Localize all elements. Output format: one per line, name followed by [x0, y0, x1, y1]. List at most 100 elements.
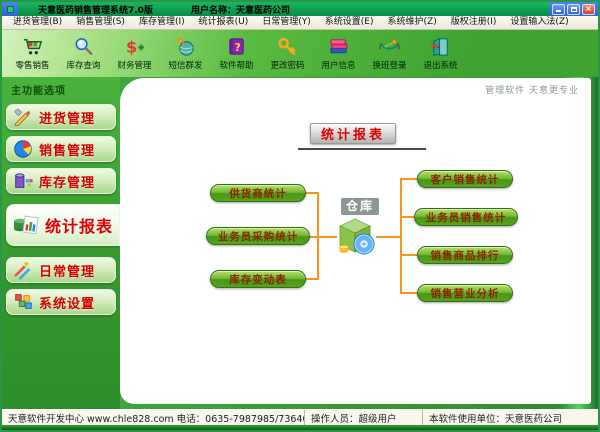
close-button[interactable]: × [582, 3, 595, 15]
toolbar-label: 财务管理 [117, 61, 152, 71]
toolbar-label: 短信群发 [168, 61, 203, 71]
svg-text:?: ? [235, 41, 241, 53]
toolbar-finance[interactable]: $ 财务管理 [109, 32, 160, 77]
toolbar-label: 零售销售 [15, 61, 50, 71]
sidebar-item-label: 日常管理 [39, 264, 96, 280]
warehouse-icon [332, 215, 378, 261]
menu-sales[interactable]: 销售管理(S) [69, 16, 132, 29]
connector-line [400, 292, 417, 294]
sidebar-item-sales[interactable]: 销售管理 [6, 136, 116, 162]
sidebar-header: 主功能选项 [11, 86, 66, 97]
sidebar-item-purchase[interactable]: 进货管理 [6, 104, 116, 130]
maximize-icon [570, 6, 577, 12]
app-icon-glyph [6, 5, 14, 13]
tagline: 管理软件 天意更专业 [485, 86, 579, 96]
titlebar: 天意医药销售管理系统7.0版 用户名称：天意医药公司 × [2, 2, 598, 16]
connector-line [376, 236, 400, 238]
toolbar-label: 软件帮助 [219, 61, 254, 71]
menu-maintenance[interactable]: 系统维护(Z) [381, 16, 444, 29]
window-title: 天意医药销售管理系统7.0版 [38, 5, 153, 16]
page-title: 统计报表 [310, 123, 396, 144]
cylinder-icon [12, 170, 34, 192]
sidebar-item-label: 销售管理 [39, 143, 96, 159]
toolbar-exit-system[interactable]: 退出系统 [415, 32, 466, 77]
connector-line [400, 178, 402, 294]
satellite-icon [174, 34, 197, 58]
help-book-icon: ? [225, 34, 248, 58]
key-icon [276, 34, 299, 58]
node-supplier-stats[interactable]: 供货商统计 [210, 184, 306, 202]
magnifier-icon [72, 34, 95, 58]
statusbar: 天意软件开发中心 www.chle828.com 电话：0635-7987985… [2, 409, 598, 425]
page-title-text: 统计报表 [320, 128, 385, 143]
books-icon [327, 34, 350, 58]
svg-text:$: $ [126, 37, 137, 56]
window-controls: × [549, 2, 598, 16]
main-panel: 管理软件 天意更专业 统计报表 供货商统计 业务员采购统计 库存变动表 仓库 客… [120, 78, 591, 404]
toolbar-label: 换班登录 [372, 61, 407, 71]
node-customer-sales-stats[interactable]: 客户销售统计 [417, 170, 513, 188]
menubar: 进货管理(B) 销售管理(S) 库存管理(I) 统计报表(U) 日常管理(Y) … [2, 16, 598, 30]
toolbar-change-password[interactable]: 更改密码 [262, 32, 313, 77]
toolbar: 零售销售 库存查询 $ 财务管理 短信群发 ? 软件帮助 更改密码 用户信息 换… [2, 30, 598, 77]
menu-inventory[interactable]: 库存管理(I) [132, 16, 192, 29]
sidebar-item-label: 统计报表 [45, 217, 114, 236]
sidebar-item-daily[interactable]: 日常管理 [6, 257, 116, 283]
report-chart-icon [12, 211, 40, 239]
pie-chart-icon [12, 138, 34, 160]
shift-login-icon [378, 34, 401, 58]
content-area: 管理软件 天意更专业 统计报表 供货商统计 业务员采购统计 库存变动表 仓库 客… [120, 77, 598, 409]
connector-line [400, 178, 417, 180]
connector-line [400, 254, 417, 256]
app-icon [2, 2, 18, 16]
sidebar-item-settings[interactable]: 系统设置 [6, 289, 116, 315]
connector-line [400, 216, 414, 218]
toolbar-shift-login[interactable]: 换班登录 [364, 32, 415, 77]
toolbar-label: 用户信息 [321, 61, 356, 71]
node-sales-revenue-analysis[interactable]: 销售营业分析 [417, 284, 513, 302]
title-underline [298, 148, 426, 150]
menu-settings[interactable]: 系统设置(E) [318, 16, 381, 29]
titlebar-text: 天意医药销售管理系统7.0版 用户名称：天意医药公司 [18, 3, 549, 16]
sidebar-item-label: 系统设置 [39, 296, 96, 312]
blocks-icon [12, 291, 34, 313]
money-icon: $ [123, 34, 146, 58]
toolbar-inventory-query[interactable]: 库存查询 [58, 32, 109, 77]
minimize-icon [556, 10, 561, 12]
toolbar-label: 退出系统 [423, 61, 458, 71]
toolbar-label: 库存查询 [66, 61, 101, 71]
menu-purchase[interactable]: 进货管理(B) [6, 16, 69, 29]
app-window: 天意医药销售管理系统7.0版 用户名称：天意医药公司 × 进货管理(B) 销售管… [0, 0, 600, 432]
status-operator: 操作人员：超级用户 [304, 410, 422, 425]
toolbar-retail-sales[interactable]: 零售销售 [7, 32, 58, 77]
node-inventory-change-table[interactable]: 库存变动表 [210, 270, 306, 288]
sidebar: 主功能选项 进货管理 销售管理 库存管理 统计报表 日常管理 系统设置 [2, 77, 120, 409]
window-user-label: 用户名称：天意医药公司 [190, 5, 290, 16]
tools-icon [12, 106, 34, 128]
menu-copyright[interactable]: 版权注册(I) [444, 16, 504, 29]
pencils-icon [12, 259, 34, 281]
window-bottom-edge [2, 425, 598, 430]
status-developer-info: 天意软件开发中心 www.chle828.com 电话：0635-7987985… [8, 413, 304, 425]
toolbar-help[interactable]: ? 软件帮助 [211, 32, 262, 77]
maximize-button[interactable] [567, 3, 580, 15]
warehouse-label: 仓库 [341, 198, 380, 215]
sidebar-item-label: 库存管理 [39, 175, 96, 191]
sidebar-item-inventory[interactable]: 库存管理 [6, 168, 116, 194]
cart-icon [21, 34, 44, 58]
menu-input-method[interactable]: 设置输入法(Z) [503, 16, 575, 29]
toolbar-user-info[interactable]: 用户信息 [313, 32, 364, 77]
window-body: 主功能选项 进货管理 销售管理 库存管理 统计报表 日常管理 系统设置 管理软件… [2, 77, 598, 409]
status-company: 本软件使用单位：天意医药公司 [422, 410, 598, 425]
minimize-button[interactable] [552, 3, 565, 15]
menu-daily[interactable]: 日常管理(Y) [255, 16, 318, 29]
node-product-sales-ranking[interactable]: 销售商品排行 [417, 246, 513, 264]
toolbar-label: 更改密码 [270, 61, 305, 71]
sidebar-item-reports[interactable]: 统计报表 [6, 204, 120, 246]
menu-reports[interactable]: 统计报表(U) [192, 16, 256, 29]
exit-door-icon [429, 34, 452, 58]
sidebar-item-label: 进货管理 [39, 111, 96, 127]
node-salesman-sales-stats[interactable]: 业务员销售统计 [414, 208, 518, 226]
node-salesman-purchase-stats[interactable]: 业务员采购统计 [206, 227, 310, 245]
toolbar-sms-broadcast[interactable]: 短信群发 [160, 32, 211, 77]
